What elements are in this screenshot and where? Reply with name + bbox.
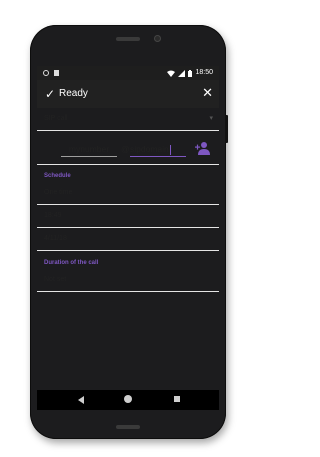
phone-frame: 18:50 ✓ Ready ✕ SIP call ▾ mynumber @ si…	[30, 25, 228, 439]
call-type-select[interactable]: SIP call ▾	[37, 108, 219, 131]
status-bar: 18:50	[37, 66, 219, 80]
date-item[interactable]: 4/11/18	[37, 228, 219, 251]
number-input-value: mynumber	[68, 144, 110, 154]
status-time: 18:50	[195, 69, 213, 76]
front-camera	[154, 35, 161, 42]
settings-notification-icon	[43, 70, 49, 76]
recent-apps-icon[interactable]	[174, 396, 180, 402]
duration-header: Duration of the call	[44, 260, 99, 266]
bottom-speaker	[116, 425, 140, 429]
number-input[interactable]: mynumber	[61, 142, 117, 157]
schedule-header: Schedule	[44, 173, 71, 179]
repeat-item[interactable]: One time	[37, 182, 219, 205]
repeat-value: One time	[44, 189, 73, 196]
address-row: mynumber @ sipdomain	[37, 132, 219, 165]
signal-icon	[178, 69, 186, 77]
page-title: Ready	[59, 88, 88, 99]
date-value: 4/11/18	[44, 235, 67, 242]
app-bar: ✓ Ready ✕	[37, 80, 219, 108]
file-notification-icon	[54, 70, 59, 76]
domain-input[interactable]: sipdomain	[130, 142, 186, 157]
power-button	[225, 115, 228, 143]
earpiece-speaker	[116, 37, 140, 41]
close-icon[interactable]: ✕	[202, 85, 213, 101]
back-icon[interactable]	[78, 396, 84, 404]
time-value: 18:49	[44, 212, 62, 219]
domain-input-value: sipdomain	[130, 144, 169, 154]
battery-icon	[188, 69, 193, 77]
chevron-down-icon: ▾	[209, 115, 213, 122]
wifi-icon	[167, 70, 176, 77]
person-add-icon[interactable]	[194, 141, 210, 155]
at-symbol: @	[121, 144, 130, 154]
duration-item[interactable]: Not set	[37, 269, 219, 292]
time-item[interactable]: 18:49	[37, 205, 219, 228]
text-cursor	[169, 144, 171, 155]
duration-value: Not set	[44, 276, 67, 283]
phone-screen: 18:50 ✓ Ready ✕ SIP call ▾ mynumber @ si…	[37, 66, 219, 410]
navigation-bar	[37, 390, 219, 410]
home-icon[interactable]	[124, 395, 132, 403]
check-icon[interactable]: ✓	[45, 86, 55, 102]
call-type-value: SIP call	[44, 115, 68, 122]
